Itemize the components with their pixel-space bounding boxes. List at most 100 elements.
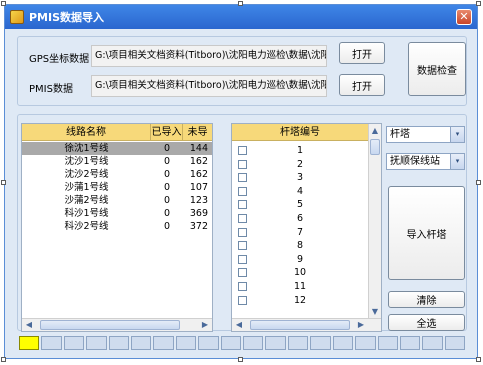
tower-number-cell: 12: [293, 294, 307, 306]
col-pending[interactable]: 未导入: [183, 124, 212, 155]
pmis-path-field[interactable]: G:\项目相关文档资料(Titboro)\沈阳电力巡检\数据\沈阳站: [91, 75, 327, 97]
row-checkbox[interactable]: [238, 146, 247, 155]
scroll-thumb[interactable]: [40, 320, 180, 330]
scroll-thumb[interactable]: [370, 139, 380, 155]
row-checkbox[interactable]: [238, 268, 247, 278]
resize-handle[interactable]: [1, 357, 6, 362]
window-title: PMIS数据导入: [29, 11, 105, 24]
resize-handle[interactable]: [476, 357, 481, 362]
progress-segment: [377, 336, 398, 350]
table-row[interactable]: 1: [232, 144, 368, 157]
table-row[interactable]: 3: [232, 171, 368, 184]
chevron-down-icon[interactable]: ▾: [450, 154, 464, 169]
pending-cell: 144: [189, 143, 208, 154]
scroll-thumb[interactable]: [250, 320, 350, 330]
line-name-cell: 沈沙1号线: [64, 156, 109, 167]
table-row[interactable]: 9: [232, 253, 368, 266]
gps-open-button[interactable]: 打开: [339, 42, 385, 64]
resize-handle[interactable]: [476, 180, 481, 185]
resize-handle[interactable]: [238, 1, 243, 6]
progress-segment: [310, 336, 331, 350]
resize-handle[interactable]: [1, 180, 6, 185]
scroll-up-icon[interactable]: ▲: [369, 125, 381, 137]
progress-segment: [108, 336, 130, 350]
clear-button[interactable]: 清除: [388, 291, 465, 308]
table-row[interactable]: 12: [232, 294, 368, 307]
imported-cell: 0: [163, 208, 171, 219]
select-all-button[interactable]: 全选: [388, 314, 465, 331]
row-checkbox[interactable]: [238, 254, 247, 264]
resize-handle[interactable]: [1, 1, 6, 6]
tower-number-cell: 11: [293, 281, 307, 292]
table-row[interactable]: 科沙1号线 0 369: [22, 207, 212, 220]
progress-segment: [19, 336, 40, 350]
lines-table[interactable]: 线路名称 已导入 未导入 徐沈1号线 0 144 沈沙1号线 0 162 沈沙2号线 0 162…: [21, 123, 213, 332]
row-checkbox[interactable]: [238, 295, 247, 305]
type-select-value: 杆塔: [390, 129, 410, 140]
title-bar[interactable]: PMIS数据导入 ✕: [5, 5, 477, 29]
line-name-cell: 沈沙2号线: [64, 169, 109, 180]
pending-cell: 162: [189, 156, 208, 167]
pending-cell: 372: [189, 221, 208, 232]
gps-path-field[interactable]: G:\项目相关文档资料(Titboro)\沈阳电力巡检\数据\沈阳站: [91, 45, 327, 67]
table-row[interactable]: 8: [232, 239, 368, 252]
line-name-cell: 沙蒲2号线: [64, 195, 109, 206]
col-line-name[interactable]: 线路名称: [22, 124, 151, 140]
station-select[interactable]: 抚顺保线站 ▾: [386, 153, 465, 170]
imported-cell: 0: [163, 169, 171, 180]
row-checkbox[interactable]: [238, 186, 247, 196]
lines-hscrollbar[interactable]: ◀ ▶: [22, 318, 212, 331]
row-checkbox[interactable]: [238, 214, 247, 223]
tower-number-cell: 2: [296, 158, 304, 170]
tower-number-cell: 4: [296, 185, 304, 197]
line-name-cell: 徐沈1号线: [64, 143, 109, 154]
table-row[interactable]: 科沙2号线 0 372: [22, 220, 212, 233]
table-row[interactable]: 徐沈1号线 0 144: [22, 142, 212, 155]
progress-segment: [153, 336, 174, 350]
table-row[interactable]: 11: [232, 280, 368, 293]
scroll-down-icon[interactable]: ▼: [369, 306, 381, 318]
pending-cell: 369: [189, 208, 208, 219]
row-checkbox[interactable]: [238, 282, 247, 291]
table-row[interactable]: 2: [232, 158, 368, 171]
import-tower-button[interactable]: 导入杆塔: [388, 186, 465, 280]
table-row[interactable]: 沈沙2号线 0 162: [22, 168, 212, 181]
table-row[interactable]: 5: [232, 198, 368, 211]
imported-cell: 0: [163, 143, 171, 154]
imported-cell: 0: [163, 195, 171, 206]
table-row[interactable]: 沙蒲1号线 0 107: [22, 181, 212, 194]
row-checkbox[interactable]: [238, 173, 247, 183]
chevron-down-icon[interactable]: ▾: [450, 127, 464, 142]
row-checkbox[interactable]: [238, 227, 247, 237]
pmis-open-button[interactable]: 打开: [339, 74, 385, 96]
col-imported[interactable]: 已导入: [151, 124, 183, 140]
pending-cell: 123: [189, 195, 208, 206]
scroll-right-icon[interactable]: ▶: [199, 319, 211, 331]
data-check-button[interactable]: 数据检查: [408, 42, 466, 96]
table-row[interactable]: 7: [232, 226, 368, 239]
line-name-cell: 沙蒲1号线: [64, 182, 109, 193]
table-row[interactable]: 沈沙1号线 0 162: [22, 155, 212, 168]
resize-handle[interactable]: [238, 357, 243, 362]
progress-segment: [422, 336, 443, 350]
table-row[interactable]: 10: [232, 266, 368, 279]
app-icon: [10, 10, 24, 24]
table-row[interactable]: 沙蒲2号线 0 123: [22, 194, 212, 207]
scroll-left-icon[interactable]: ◀: [23, 319, 35, 331]
col-tower-number[interactable]: 杆塔编号: [232, 124, 368, 140]
row-checkbox[interactable]: [238, 200, 247, 210]
scroll-left-icon[interactable]: ◀: [233, 319, 245, 331]
resize-handle[interactable]: [476, 1, 481, 6]
tower-table[interactable]: 杆塔编号 1 2 3 4 5 6 7 8 9 10 11 12 ▲ ▼ ◀ ▶: [231, 123, 382, 332]
tower-hscrollbar[interactable]: ◀ ▶: [232, 318, 381, 331]
type-select[interactable]: 杆塔 ▾: [386, 126, 465, 143]
progress-segment: [86, 336, 107, 350]
tower-vscrollbar[interactable]: ▲ ▼: [368, 124, 381, 319]
row-checkbox[interactable]: [238, 241, 247, 251]
table-row[interactable]: 6: [232, 212, 368, 225]
table-row[interactable]: 4: [232, 185, 368, 198]
progress-segment: [41, 336, 62, 350]
row-checkbox[interactable]: [238, 159, 247, 169]
scroll-right-icon[interactable]: ▶: [355, 319, 367, 331]
close-button[interactable]: ✕: [456, 9, 472, 25]
